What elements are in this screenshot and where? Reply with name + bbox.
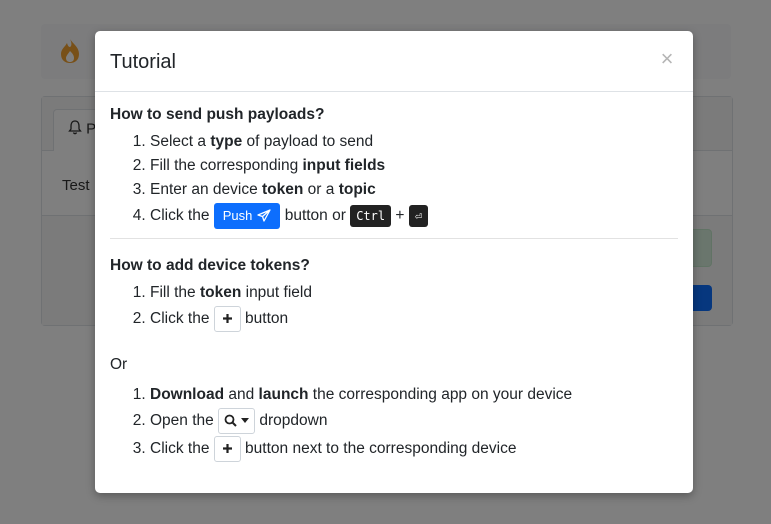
modal-title: Tutorial (110, 51, 176, 73)
list-item: Open the dropdown (150, 407, 678, 435)
add-button-example (213, 435, 241, 462)
step-bold: token (199, 284, 242, 301)
plus-icon (222, 443, 233, 454)
step-bold: Download (150, 386, 225, 403)
list-item: Click the button next to the correspondi… (150, 435, 678, 463)
step-text: button (240, 310, 289, 327)
step-bold: topic (338, 181, 376, 198)
alt-steps-list: Download and launch the corresponding ap… (110, 383, 678, 463)
modal-header: Tutorial × (95, 31, 693, 92)
step-text: Enter an device (150, 181, 263, 198)
step-text: Fill the (150, 284, 200, 301)
close-button[interactable]: × (657, 47, 677, 71)
plus-icon (222, 313, 233, 324)
step-bold: token (262, 181, 304, 198)
ctrl-key: Ctrl (350, 204, 392, 227)
add-button-example (213, 305, 241, 332)
section-heading-push: How to send push payloads? (110, 106, 325, 123)
list-item: Fill the corresponding input fields (150, 154, 678, 178)
push-button-example: Push (213, 202, 281, 229)
step-text: Click the (150, 310, 214, 327)
divider (110, 238, 678, 239)
step-text: button or (280, 207, 351, 224)
step-text: Select a (150, 133, 211, 150)
step-text: input field (241, 284, 312, 301)
list-item: Select a type of payload to send (150, 130, 678, 154)
step-text: Open the (150, 412, 219, 429)
modal-body: How to send push payloads? Select a type… (95, 92, 693, 463)
step-text: dropdown (255, 412, 328, 429)
step-text: button next to the corresponding device (240, 440, 517, 457)
step-text: + (391, 207, 409, 224)
step-text: the corresponding app on your device (308, 386, 573, 403)
or-text: Or (110, 356, 128, 373)
list-item: Enter an device token or a topic (150, 178, 678, 202)
token-steps-list: Fill the token input field Click the but… (110, 281, 678, 333)
list-item: Click the Push button or Ctrl + ⏎ (150, 202, 678, 230)
list-item: Fill the token input field (150, 281, 678, 305)
step-text: Click the (150, 207, 214, 224)
step-bold: type (210, 133, 243, 150)
caret-down-icon (241, 418, 250, 424)
step-text: or a (303, 181, 339, 198)
search-dropdown-example (218, 407, 256, 434)
tutorial-modal: Tutorial × How to send push payloads? Se… (95, 31, 693, 493)
step-bold: launch (258, 386, 309, 403)
paper-plane-icon (257, 209, 272, 223)
push-button-label: Push (222, 207, 253, 223)
push-steps-list: Select a type of payload to send Fill th… (110, 130, 678, 230)
list-item: Click the button (150, 305, 678, 333)
list-item: Download and launch the corresponding ap… (150, 383, 678, 407)
search-icon (224, 414, 237, 428)
enter-key-icon: ⏎ (408, 204, 428, 227)
step-text: Click the (150, 440, 214, 457)
step-bold: input fields (302, 157, 386, 174)
section-heading-tokens: How to add device tokens? (110, 257, 310, 274)
step-text: and (224, 386, 259, 403)
step-text: of payload to send (242, 133, 374, 150)
step-text: Fill the corresponding (150, 157, 303, 174)
